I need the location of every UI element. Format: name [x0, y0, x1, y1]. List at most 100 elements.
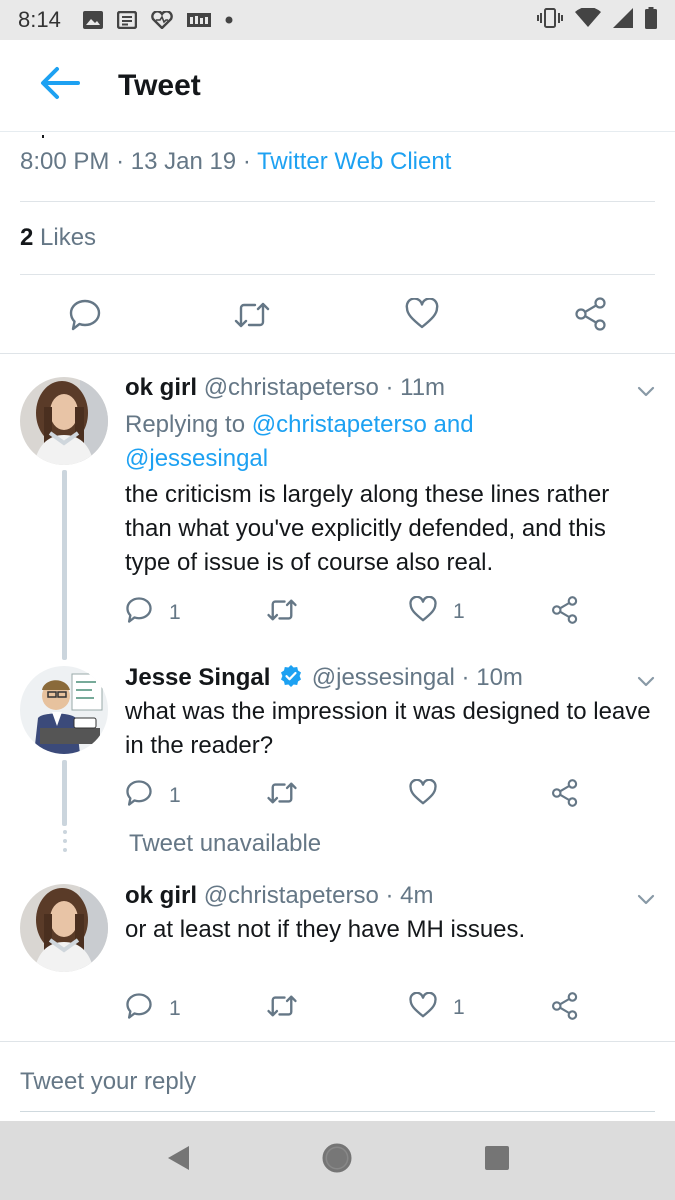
retweet-icon	[266, 780, 298, 811]
heart-icon	[405, 297, 439, 335]
tweet-client-link[interactable]: Twitter Web Client	[257, 148, 451, 175]
author-name[interactable]: ok girl	[125, 374, 197, 401]
share-button[interactable]	[551, 779, 579, 812]
reply-header: ok girl @christapeterso · 11m	[125, 374, 445, 402]
reply-icon	[68, 298, 102, 337]
meta-separator: ·	[116, 148, 125, 175]
back-triangle-icon[interactable]	[165, 1144, 191, 1177]
clipped-text-fragment	[20, 128, 86, 138]
author-name[interactable]: ok girl	[125, 882, 197, 909]
tweet-date: 13 Jan 19	[130, 148, 237, 175]
verified-badge-icon	[279, 664, 303, 695]
page-title: Tweet	[118, 68, 201, 102]
tweet-time: 10m	[476, 664, 523, 691]
tweet-unavailable: Tweet unavailable	[129, 830, 322, 857]
main-tweet-actions	[0, 292, 675, 338]
share-button[interactable]	[551, 596, 579, 629]
reply-button[interactable]: 1	[125, 779, 181, 812]
retweet-icon	[266, 597, 298, 628]
likes-link[interactable]: 2 Likes	[20, 224, 96, 252]
tweet-menu-button[interactable]	[635, 888, 657, 910]
tweet-text: the criticism is largely along these lin…	[125, 481, 610, 576]
chevron-down-icon	[635, 894, 657, 914]
recents-square-icon[interactable]	[484, 1145, 510, 1176]
author-handle[interactable]: @christapeterso	[204, 374, 379, 401]
tweet-menu-button[interactable]	[635, 670, 657, 692]
share-button[interactable]	[574, 297, 608, 336]
meta-separator: ·	[385, 882, 394, 909]
divider	[0, 353, 675, 354]
vibrate-icon	[537, 7, 563, 33]
avatar[interactable]	[20, 884, 108, 972]
replying-to-label: Replying to	[125, 411, 246, 438]
author-handle[interactable]: @jessesingal	[312, 664, 455, 691]
retweet-icon	[233, 300, 271, 335]
reply-actions: 1	[0, 778, 675, 813]
meta-separator: ·	[242, 148, 251, 175]
like-button[interactable]	[409, 778, 453, 811]
wifi-icon	[575, 6, 601, 33]
replying-to-link[interactable]: @christapeterso and	[252, 411, 474, 438]
thread-dots	[62, 830, 67, 852]
tweet-menu-button[interactable]	[635, 380, 657, 402]
back-button[interactable]	[34, 66, 86, 106]
avatar[interactable]	[20, 377, 108, 465]
tweet-text: what was the impression it was designed …	[125, 698, 651, 759]
battery-icon	[645, 6, 657, 34]
heart-icon	[409, 778, 437, 811]
author-handle[interactable]: @christapeterso	[204, 882, 379, 909]
retweet-button[interactable]	[266, 597, 314, 628]
reply-header: ok girl @christapeterso · 4m	[125, 882, 433, 910]
avatar[interactable]	[20, 666, 108, 754]
android-nav-bar	[0, 1121, 675, 1200]
radio-icon	[186, 11, 211, 29]
cell-signal-icon	[613, 7, 633, 33]
replying-to-link[interactable]: @jessesingal	[125, 445, 268, 472]
home-circle-icon[interactable]	[321, 1142, 353, 1179]
retweet-button[interactable]	[266, 780, 314, 811]
likes-count: 2	[20, 224, 34, 251]
reply-icon	[125, 992, 153, 1025]
likes-label: Likes	[40, 224, 97, 251]
share-button[interactable]	[551, 992, 579, 1025]
meta-separator: ·	[461, 664, 470, 691]
like-button[interactable]	[405, 297, 439, 335]
reply-button[interactable]	[68, 298, 102, 337]
reply-button[interactable]: 1	[125, 992, 181, 1025]
reply-count: 1	[169, 783, 181, 807]
share-icon	[551, 992, 579, 1025]
like-count: 1	[453, 996, 465, 1019]
author-name[interactable]: Jesse Singal	[125, 664, 270, 691]
retweet-icon	[266, 993, 298, 1024]
photo-icon	[82, 11, 103, 29]
reply-count: 1	[169, 996, 181, 1020]
tweet-time: 4m	[400, 882, 434, 909]
tweet-text: or at least not if they have MH issues.	[125, 916, 526, 943]
share-icon	[574, 297, 608, 336]
reply-button[interactable]: 1	[125, 596, 181, 629]
divider	[0, 1041, 675, 1042]
chevron-down-icon	[635, 676, 657, 696]
dot-icon	[225, 16, 233, 24]
heart-pulse-icon	[151, 11, 173, 29]
reply-actions: 1 1	[0, 595, 675, 630]
news-icon	[116, 11, 137, 29]
divider	[20, 274, 655, 275]
like-count: 1	[453, 600, 465, 623]
like-button[interactable]: 1	[409, 991, 465, 1024]
retweet-button[interactable]	[266, 993, 314, 1024]
arrow-left-icon	[40, 66, 80, 105]
heart-icon	[409, 991, 437, 1024]
replying-to: Replying to @christapeterso and @jessesi…	[125, 408, 645, 476]
share-icon	[551, 596, 579, 629]
retweet-button[interactable]	[233, 300, 271, 335]
share-icon	[551, 779, 579, 812]
reply-header: Jesse Singal @jessesingal · 10m	[125, 664, 523, 695]
like-button[interactable]: 1	[409, 595, 465, 628]
chevron-down-icon	[635, 386, 657, 406]
divider	[20, 201, 655, 202]
reply-icon	[125, 596, 153, 629]
reply-input[interactable]: Tweet your reply	[20, 1068, 196, 1096]
tweet-timestamp: 8:00 PM	[20, 148, 110, 175]
status-bar: 8:14	[0, 0, 675, 40]
